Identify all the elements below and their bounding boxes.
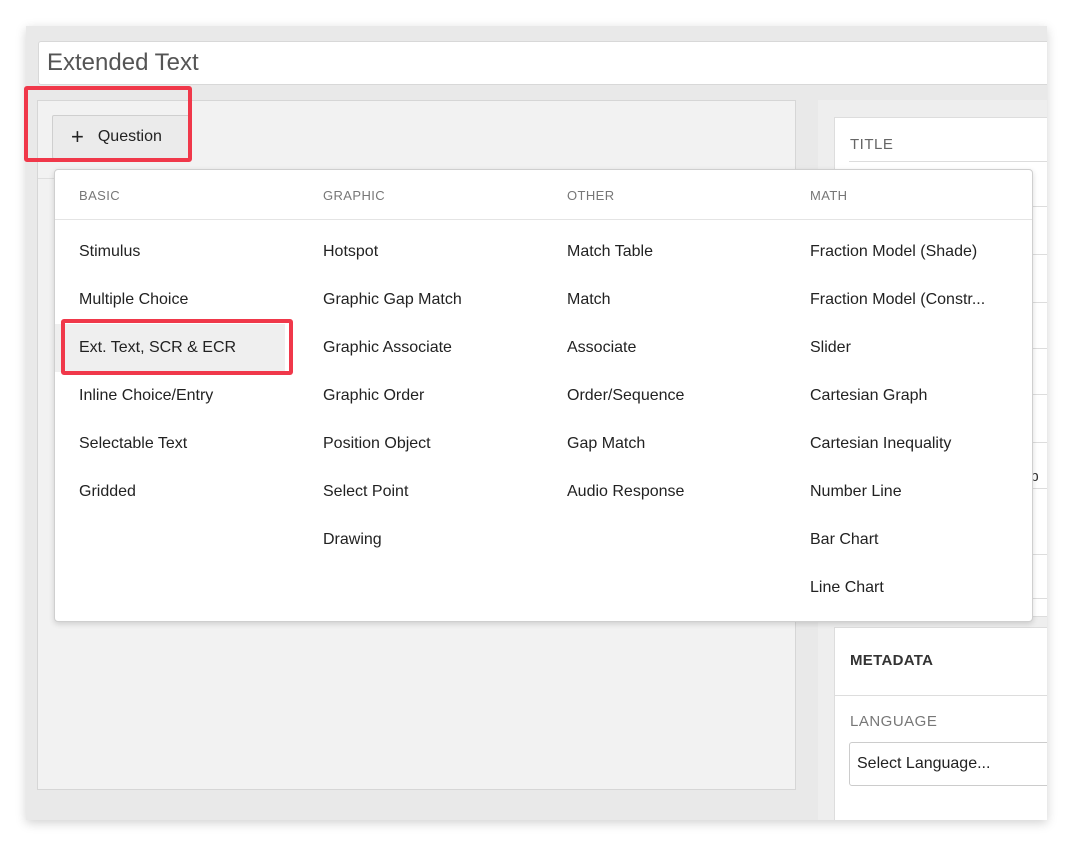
menu-item-match-table[interactable]: Match Table — [543, 228, 773, 276]
heading-other: OTHER — [567, 188, 615, 203]
menu-item-selectable-text[interactable]: Selectable Text — [55, 420, 285, 468]
menu-item-drawing[interactable]: Drawing — [299, 516, 529, 564]
menu-item-hotspot[interactable]: Hotspot — [299, 228, 529, 276]
menu-item-line-chart[interactable]: Line Chart — [786, 564, 996, 612]
language-label: LANGUAGE — [850, 713, 938, 730]
heading-graphic: GRAPHIC — [323, 188, 386, 203]
menu-item-ext-text[interactable]: Ext. Text, SCR & ECR — [55, 324, 285, 372]
add-question-label: Question — [97, 128, 162, 145]
menu-item-inline-choice[interactable]: Inline Choice/Entry — [55, 372, 285, 420]
heading-math: MATH — [810, 188, 848, 203]
metadata-title: METADATA — [850, 652, 934, 669]
menu-item-slider[interactable]: Slider — [786, 324, 996, 372]
question-toolbar: + Question — [38, 101, 795, 179]
menu-header-row: BASIC GRAPHIC OTHER MATH — [55, 170, 1032, 220]
plus-icon: + — [71, 124, 84, 149]
panel-footer — [37, 802, 807, 820]
menu-item-audio-response[interactable]: Audio Response — [543, 468, 773, 516]
language-select[interactable]: Select Language... — [849, 742, 1047, 786]
column-math: Fraction Model (Shade) Fraction Model (C… — [786, 228, 996, 612]
column-other: Match Table Match Associate Order/Sequen… — [543, 228, 773, 516]
add-question-button[interactable]: + Question — [52, 115, 192, 159]
column-graphic: Hotspot Graphic Gap Match Graphic Associ… — [299, 228, 529, 564]
menu-item-gridded[interactable]: Gridded — [55, 468, 285, 516]
item-title-input[interactable]: Extended Text — [38, 41, 1047, 85]
menu-item-number-line[interactable]: Number Line — [786, 468, 996, 516]
menu-item-cartesian-graph[interactable]: Cartesian Graph — [786, 372, 996, 420]
menu-item-associate[interactable]: Associate — [543, 324, 773, 372]
column-basic: Stimulus Multiple Choice Ext. Text, SCR … — [55, 228, 285, 516]
menu-item-graphic-gap-match[interactable]: Graphic Gap Match — [299, 276, 529, 324]
menu-item-multiple-choice[interactable]: Multiple Choice — [55, 276, 285, 324]
menu-item-graphic-order[interactable]: Graphic Order — [299, 372, 529, 420]
menu-item-graphic-associate[interactable]: Graphic Associate — [299, 324, 529, 372]
menu-item-order-sequence[interactable]: Order/Sequence — [543, 372, 773, 420]
metadata-card: METADATA LANGUAGE Select Language... — [834, 627, 1047, 820]
heading-basic: BASIC — [79, 188, 121, 203]
menu-item-fraction-model-construct[interactable]: Fraction Model (Constr... — [786, 276, 996, 324]
menu-item-bar-chart[interactable]: Bar Chart — [786, 516, 996, 564]
menu-item-match[interactable]: Match — [543, 276, 773, 324]
question-type-menu: BASIC GRAPHIC OTHER MATH Stimulus Multip… — [54, 169, 1033, 622]
title-label: TITLE — [850, 136, 894, 153]
menu-item-cartesian-inequality[interactable]: Cartesian Inequality — [786, 420, 996, 468]
menu-item-position-object[interactable]: Position Object — [299, 420, 529, 468]
divider — [849, 161, 1047, 162]
divider — [835, 695, 1047, 696]
menu-item-fraction-model-shade[interactable]: Fraction Model (Shade) — [786, 228, 996, 276]
menu-item-select-point[interactable]: Select Point — [299, 468, 529, 516]
menu-item-gap-match[interactable]: Gap Match — [543, 420, 773, 468]
menu-item-stimulus[interactable]: Stimulus — [55, 228, 285, 276]
